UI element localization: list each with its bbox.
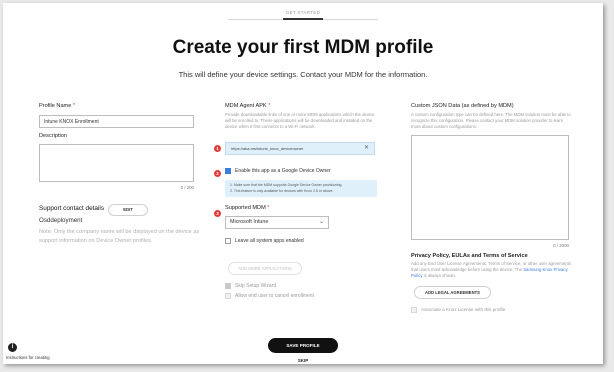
page-title: Create your first MDM profile xyxy=(172,37,434,58)
leave-apps-checkbox[interactable] xyxy=(225,238,231,244)
allow-cancel-checkbox[interactable] xyxy=(225,293,231,299)
privacy-title: Privacy Policy, EULAs and Terms of Servi… xyxy=(411,253,528,259)
leave-apps-label: Leave all system apps enabled xyxy=(235,238,304,244)
json-textarea[interactable] xyxy=(411,135,569,240)
skip-wizard-label: Skip Setup Wizard xyxy=(235,283,277,289)
company-name: Osddeployment xyxy=(39,217,83,224)
step-indicator: GET STARTED xyxy=(285,10,321,15)
privacy-hint: Add any End User License Agreements, Ter… xyxy=(411,261,571,278)
info-line-1: 1. Make sure that the MDM supports Googl… xyxy=(230,183,343,187)
add-more-apps-button[interactable]: ADD MORE APPLICATIONS xyxy=(228,262,302,275)
device-owner-info-box: 1. Make sure that the MDM supports Googl… xyxy=(225,180,377,197)
info-line-2: 2. This feature is only available for de… xyxy=(230,189,334,193)
page-card: GET STARTED Create your first MDM profil… xyxy=(3,3,603,364)
supported-mdm-label: Supported MDM * xyxy=(225,205,270,211)
description-label: Description xyxy=(39,133,67,139)
step-track-active xyxy=(283,18,323,20)
supported-mdm-value: Microsoft Intune xyxy=(230,219,269,225)
callout-badge-1: 1 xyxy=(214,145,221,152)
skip-link[interactable]: SKIP xyxy=(288,358,318,363)
json-label: Custom JSON Data (as defined by MDM) xyxy=(411,103,514,109)
support-title: Support contact details xyxy=(39,205,105,212)
apk-label: MDM Agent APK * xyxy=(225,103,271,109)
callout-badge-2: 2 xyxy=(214,170,221,177)
add-legal-button[interactable]: ADD LEGAL AGREEMENTS xyxy=(414,286,491,299)
apk-hint: Provide downloadable links of one or mor… xyxy=(225,112,375,129)
profile-name-label: Profile Name * xyxy=(39,103,76,109)
apk-url-text: https://aka.ms/intune_knox_deviceowner xyxy=(231,146,304,151)
edit-support-button[interactable]: EDIT xyxy=(108,204,148,216)
remove-apk-icon[interactable]: ✕ xyxy=(364,144,369,151)
knox-license-label: Associate a Knox License with this profi… xyxy=(421,307,506,312)
allow-cancel-label: Allow end user to cancel enrollment xyxy=(235,293,314,299)
page-subtitle: This will define your device settings. C… xyxy=(178,70,428,79)
supported-mdm-select[interactable]: Microsoft Intune ⌄ xyxy=(225,216,329,229)
device-owner-checkbox[interactable] xyxy=(225,168,231,174)
chevron-down-icon: ⌄ xyxy=(318,219,324,225)
info-icon[interactable]: i xyxy=(8,343,17,352)
instructions-text: Instructions for creating xyxy=(6,355,50,360)
knox-license-checkbox[interactable] xyxy=(411,307,417,313)
skip-wizard-checkbox[interactable] xyxy=(225,283,231,289)
support-hint: Note: Only the company name will be disp… xyxy=(39,229,200,244)
json-hint: A custom configuration type can be defin… xyxy=(411,112,571,129)
json-counter: 0 / 2000 xyxy=(553,243,569,248)
device-owner-label: Enable this app as a Google Device Owner xyxy=(235,168,331,174)
description-textarea[interactable] xyxy=(39,144,194,182)
callout-badge-3: 3 xyxy=(214,210,221,217)
save-profile-button[interactable]: SAVE PROFILE xyxy=(268,338,338,353)
apk-url-field[interactable]: https://aka.ms/intune_knox_deviceowner ✕ xyxy=(225,142,375,155)
description-counter: 0 / 200 xyxy=(180,185,194,190)
profile-name-input[interactable]: Intune KNOX Enrollment xyxy=(39,115,194,128)
